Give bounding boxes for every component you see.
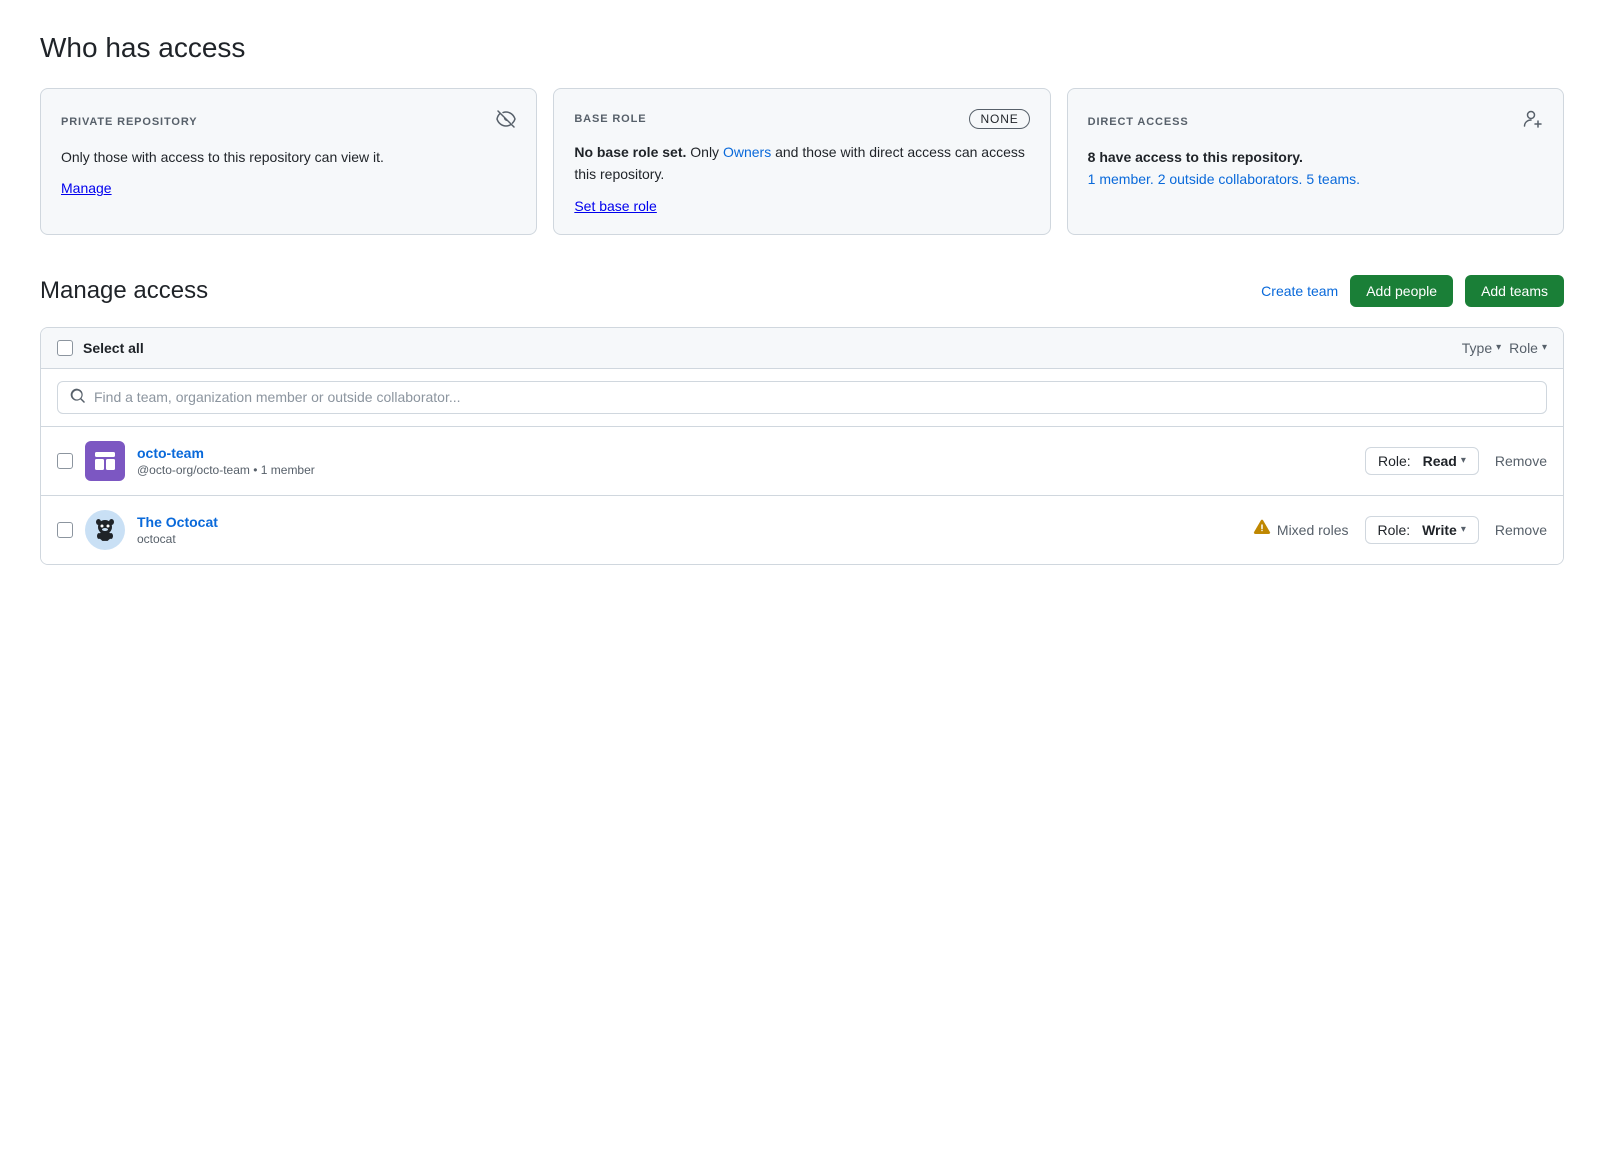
octo-team-avatar (85, 441, 125, 481)
direct-access-label: DIRECT ACCESS (1088, 116, 1189, 128)
octo-team-remove-button[interactable]: Remove (1495, 453, 1547, 469)
none-badge: None (969, 109, 1029, 129)
private-repo-card: PRIVATE REPOSITORY Only those with acces… (40, 88, 537, 235)
warning-icon (1253, 518, 1271, 541)
type-filter-caret: ▾ (1496, 342, 1501, 353)
search-input[interactable] (94, 389, 1534, 405)
card-label-direct: DIRECT ACCESS (1088, 109, 1543, 134)
add-teams-button[interactable]: Add teams (1465, 275, 1564, 307)
add-people-button[interactable]: Add people (1350, 275, 1453, 307)
create-team-link[interactable]: Create team (1261, 283, 1338, 299)
table-row: octo-team @octo-org/octo-team • 1 member… (41, 427, 1563, 496)
octo-team-role-button[interactable]: Role: Read ▾ (1365, 447, 1479, 475)
row-checkbox-octo-team[interactable] (57, 453, 73, 469)
search-icon (70, 388, 86, 407)
direct-access-count: 8 have access to this repository. (1088, 149, 1303, 165)
role-label-text: Role: (1378, 522, 1411, 538)
role-value-text: Write (1422, 522, 1457, 538)
eye-off-icon (496, 109, 516, 134)
type-filter-label: Type (1462, 340, 1492, 356)
base-role-bold: No base role set. (574, 144, 686, 160)
role-filter-caret: ▾ (1542, 342, 1547, 353)
role-value-text: Read (1423, 453, 1457, 469)
member-link[interactable]: 1 member. (1088, 171, 1154, 187)
search-row (41, 369, 1563, 427)
person-add-icon (1523, 109, 1543, 134)
cards-row: PRIVATE REPOSITORY Only those with acces… (40, 88, 1564, 235)
access-table: Select all Type ▾ Role ▾ (40, 327, 1564, 565)
base-role-body: No base role set. Only Owners and those … (574, 141, 1029, 186)
private-repo-body: Only those with access to this repositor… (61, 146, 516, 168)
page-title: Who has access (40, 32, 1564, 64)
mixed-roles-badge: Mixed roles (1253, 518, 1349, 541)
direct-access-body: 8 have access to this repository. 1 memb… (1088, 146, 1543, 191)
select-all-text: Select all (83, 340, 144, 356)
octocat-remove-button[interactable]: Remove (1495, 522, 1547, 538)
octo-team-sub: @octo-org/octo-team • 1 member (137, 463, 1353, 477)
role-caret: ▾ (1461, 524, 1466, 535)
teams-link[interactable]: 5 teams. (1306, 171, 1360, 187)
base-role-label: BASE ROLE (574, 113, 646, 125)
direct-access-card: DIRECT ACCESS 8 have access to this repo… (1067, 88, 1564, 235)
card-label-base-role: BASE ROLE None (574, 109, 1029, 129)
base-role-intro: Only (690, 144, 723, 160)
role-label-text: Role: (1378, 453, 1411, 469)
role-filter-button[interactable]: Role ▾ (1509, 340, 1547, 356)
set-base-role-link[interactable]: Set base role (574, 198, 657, 214)
owners-link[interactable]: Owners (723, 144, 771, 160)
octocat-info: The Octocat octocat (137, 514, 1241, 546)
base-role-card: BASE ROLE None No base role set. Only Ow… (553, 88, 1050, 235)
table-header-row: Select all Type ▾ Role ▾ (41, 328, 1563, 369)
mixed-roles-text: Mixed roles (1277, 522, 1349, 538)
select-all-checkbox[interactable] (57, 340, 73, 356)
search-input-wrap (57, 381, 1547, 414)
octocat-sub: octocat (137, 532, 1241, 546)
octocat-role-button[interactable]: Role: Write ▾ (1365, 516, 1479, 544)
private-repo-body-text: Only those with access to this repositor… (61, 149, 384, 165)
octocat-name[interactable]: The Octocat (137, 514, 218, 530)
header-actions: Create team Add people Add teams (1261, 275, 1564, 307)
select-all-label[interactable]: Select all (57, 340, 1462, 356)
octo-team-info: octo-team @octo-org/octo-team • 1 member (137, 445, 1353, 477)
row-checkbox-octocat[interactable] (57, 522, 73, 538)
type-filter-button[interactable]: Type ▾ (1462, 340, 1501, 356)
table-row: The Octocat octocat Mixed roles Role: Wr… (41, 496, 1563, 564)
role-filter-label: Role (1509, 340, 1538, 356)
manage-access-header: Manage access Create team Add people Add… (40, 275, 1564, 307)
manage-access-title: Manage access (40, 277, 208, 305)
octo-team-name[interactable]: octo-team (137, 445, 204, 461)
manage-link[interactable]: Manage (61, 180, 112, 196)
collaborators-link[interactable]: 2 outside collaborators. (1158, 171, 1303, 187)
table-filters: Type ▾ Role ▾ (1462, 340, 1547, 356)
octocat-actions: Mixed roles Role: Write ▾ Remove (1253, 516, 1547, 544)
card-label-private: PRIVATE REPOSITORY (61, 109, 516, 134)
role-caret: ▾ (1461, 455, 1466, 466)
private-repo-label: PRIVATE REPOSITORY (61, 116, 197, 128)
octocat-avatar (85, 510, 125, 550)
octo-team-actions: Role: Read ▾ Remove (1365, 447, 1547, 475)
